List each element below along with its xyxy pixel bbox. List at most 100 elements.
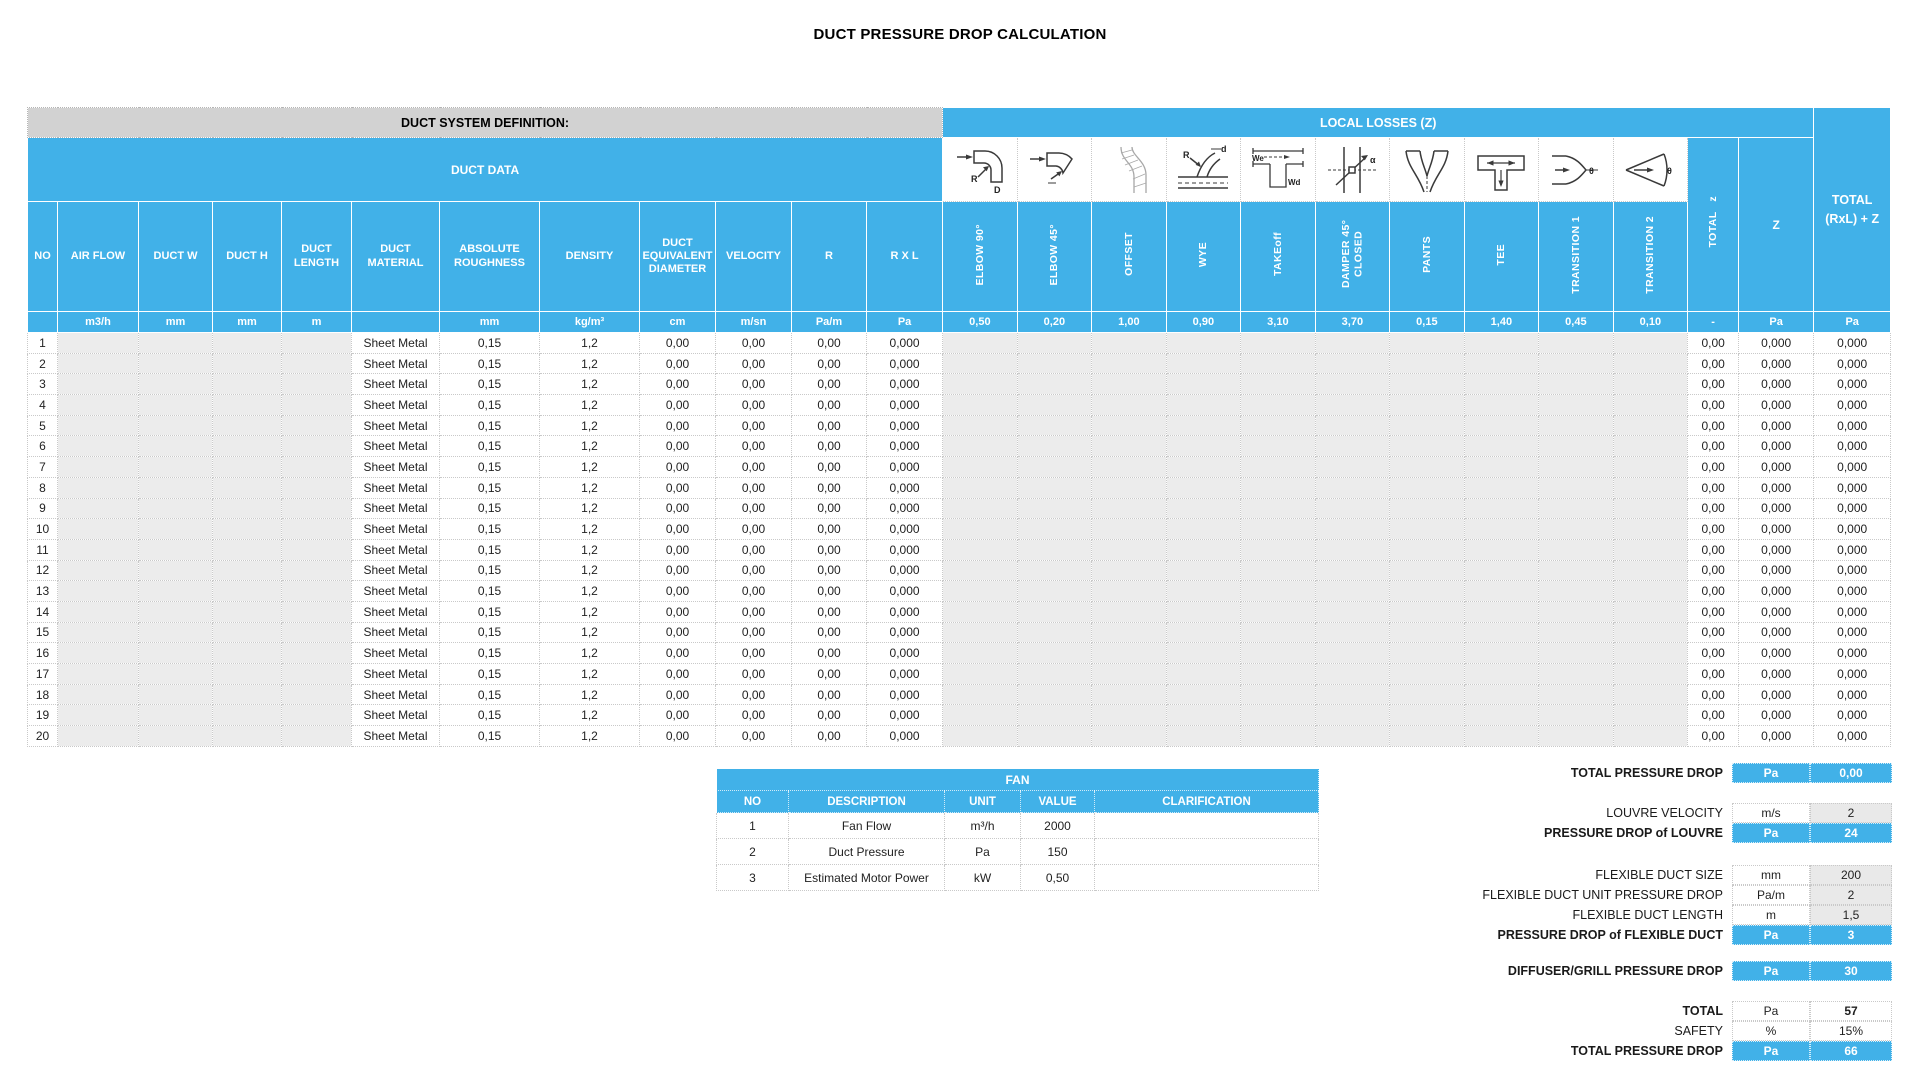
cell-transition-2[interactable]	[1612, 559, 1689, 582]
cell-wye[interactable]	[1165, 394, 1242, 416]
cell-elbow-90[interactable]	[942, 704, 1018, 727]
cell-z[interactable]: 0,000	[1738, 580, 1815, 602]
cell-no[interactable]: 9	[27, 497, 58, 520]
cell-takeoff[interactable]	[1240, 476, 1316, 499]
cell-total-z[interactable]: 0,00	[1687, 704, 1740, 727]
cell-density[interactable]: 1,2	[539, 435, 640, 458]
cell-wye[interactable]	[1165, 352, 1242, 375]
cell-no[interactable]: 5	[27, 414, 58, 437]
cell-offset[interactable]	[1091, 373, 1167, 396]
cell-duct-equivalent-diameter[interactable]: 0,00	[639, 456, 716, 478]
cell-total-rxl-z[interactable]: 0,000	[1813, 435, 1892, 458]
cell-r-x-l[interactable]: 0,000	[865, 476, 944, 499]
cell-transition-1[interactable]	[1538, 497, 1614, 520]
cell-density[interactable]: 1,2	[539, 580, 640, 602]
cell-duct-material[interactable]: Sheet Metal	[351, 580, 440, 602]
cell-density[interactable]: 1,2	[539, 642, 640, 664]
cell-transition-2[interactable]	[1612, 435, 1689, 458]
cell-offset[interactable]	[1091, 600, 1167, 623]
cell-no[interactable]: 3	[27, 373, 58, 396]
cell-damper-45-closed[interactable]	[1314, 559, 1391, 582]
cell-duct-equivalent-diameter[interactable]: 0,00	[639, 683, 716, 706]
cell-offset[interactable]	[1091, 456, 1167, 478]
cell-no[interactable]: 16	[27, 642, 58, 664]
cell-air-flow[interactable]	[57, 683, 139, 706]
cell-velocity[interactable]: 0,00	[715, 435, 792, 458]
cell-duct-h[interactable]	[212, 394, 282, 416]
cell-r[interactable]: 0,00	[791, 538, 867, 561]
cell-no[interactable]: 18	[27, 683, 58, 706]
cell-elbow-45[interactable]	[1016, 394, 1093, 416]
cell-duct-w[interactable]	[138, 394, 213, 416]
cell-absolute-roughness[interactable]: 0,15	[439, 373, 540, 396]
cell-duct-equivalent-diameter[interactable]: 0,00	[639, 600, 716, 623]
cell-pants[interactable]	[1389, 476, 1465, 499]
cell-density[interactable]: 1,2	[539, 518, 640, 540]
cell-pants[interactable]	[1389, 663, 1465, 685]
cell-elbow-45[interactable]	[1016, 683, 1093, 706]
cell-duct-length[interactable]	[281, 497, 352, 520]
cell-transition-2[interactable]	[1612, 600, 1689, 623]
cell-z[interactable]: 0,000	[1738, 683, 1815, 706]
cell-density[interactable]: 1,2	[539, 476, 640, 499]
cell-duct-h[interactable]	[212, 352, 282, 375]
cell-transition-1[interactable]	[1538, 414, 1614, 437]
cell-tee[interactable]	[1463, 600, 1540, 623]
cell-tee[interactable]	[1463, 725, 1540, 747]
cell-elbow-90[interactable]	[942, 414, 1018, 437]
cell-wye[interactable]	[1165, 621, 1242, 644]
cell-wye[interactable]	[1165, 683, 1242, 706]
cell-total-z[interactable]: 0,00	[1687, 600, 1740, 623]
cell-tee[interactable]	[1463, 352, 1540, 375]
cell-total-z[interactable]: 0,00	[1687, 683, 1740, 706]
cell-total-rxl-z[interactable]: 0,000	[1813, 332, 1892, 354]
cell-air-flow[interactable]	[57, 621, 139, 644]
cell-air-flow[interactable]	[57, 435, 139, 458]
cell-air-flow[interactable]	[57, 580, 139, 602]
cell-duct-h[interactable]	[212, 704, 282, 727]
cell-duct-material[interactable]: Sheet Metal	[351, 373, 440, 396]
cell-duct-w[interactable]	[138, 663, 213, 685]
cell-air-flow[interactable]	[57, 497, 139, 520]
summary-value[interactable]: 24	[1810, 823, 1892, 843]
cell-transition-1[interactable]	[1538, 559, 1614, 582]
cell-damper-45-closed[interactable]	[1314, 476, 1391, 499]
cell-r-x-l[interactable]: 0,000	[865, 621, 944, 644]
cell-elbow-45[interactable]	[1016, 352, 1093, 375]
cell-no[interactable]: 10	[27, 518, 58, 540]
cell-duct-w[interactable]	[138, 497, 213, 520]
cell-duct-h[interactable]	[212, 663, 282, 685]
cell-damper-45-closed[interactable]	[1314, 414, 1391, 437]
cell-elbow-45[interactable]	[1016, 373, 1093, 396]
cell-duct-h[interactable]	[212, 683, 282, 706]
cell-takeoff[interactable]	[1240, 642, 1316, 664]
cell-pants[interactable]	[1389, 580, 1465, 602]
cell-density[interactable]: 1,2	[539, 332, 640, 354]
cell-transition-2[interactable]	[1612, 725, 1689, 747]
cell-pants[interactable]	[1389, 394, 1465, 416]
cell-duct-h[interactable]	[212, 518, 282, 540]
cell-duct-length[interactable]	[281, 456, 352, 478]
cell-duct-w[interactable]	[138, 725, 213, 747]
cell-offset[interactable]	[1091, 621, 1167, 644]
cell-elbow-45[interactable]	[1016, 725, 1093, 747]
cell-duct-length[interactable]	[281, 725, 352, 747]
cell-r[interactable]: 0,00	[791, 725, 867, 747]
cell-takeoff[interactable]	[1240, 683, 1316, 706]
cell-wye[interactable]	[1165, 642, 1242, 664]
cell-elbow-45[interactable]	[1016, 476, 1093, 499]
summary-value[interactable]: 3	[1810, 925, 1892, 945]
cell-no[interactable]: 2	[27, 352, 58, 375]
cell-duct-h[interactable]	[212, 725, 282, 747]
cell-duct-material[interactable]: Sheet Metal	[351, 456, 440, 478]
cell-duct-h[interactable]	[212, 600, 282, 623]
fan-cell-description[interactable]: Estimated Motor Power	[788, 864, 945, 891]
cell-air-flow[interactable]	[57, 332, 139, 354]
cell-r-x-l[interactable]: 0,000	[865, 414, 944, 437]
cell-no[interactable]: 20	[27, 725, 58, 747]
cell-z[interactable]: 0,000	[1738, 414, 1815, 437]
cell-elbow-90[interactable]	[942, 600, 1018, 623]
cell-z[interactable]: 0,000	[1738, 600, 1815, 623]
cell-offset[interactable]	[1091, 642, 1167, 664]
cell-no[interactable]: 1	[27, 332, 58, 354]
